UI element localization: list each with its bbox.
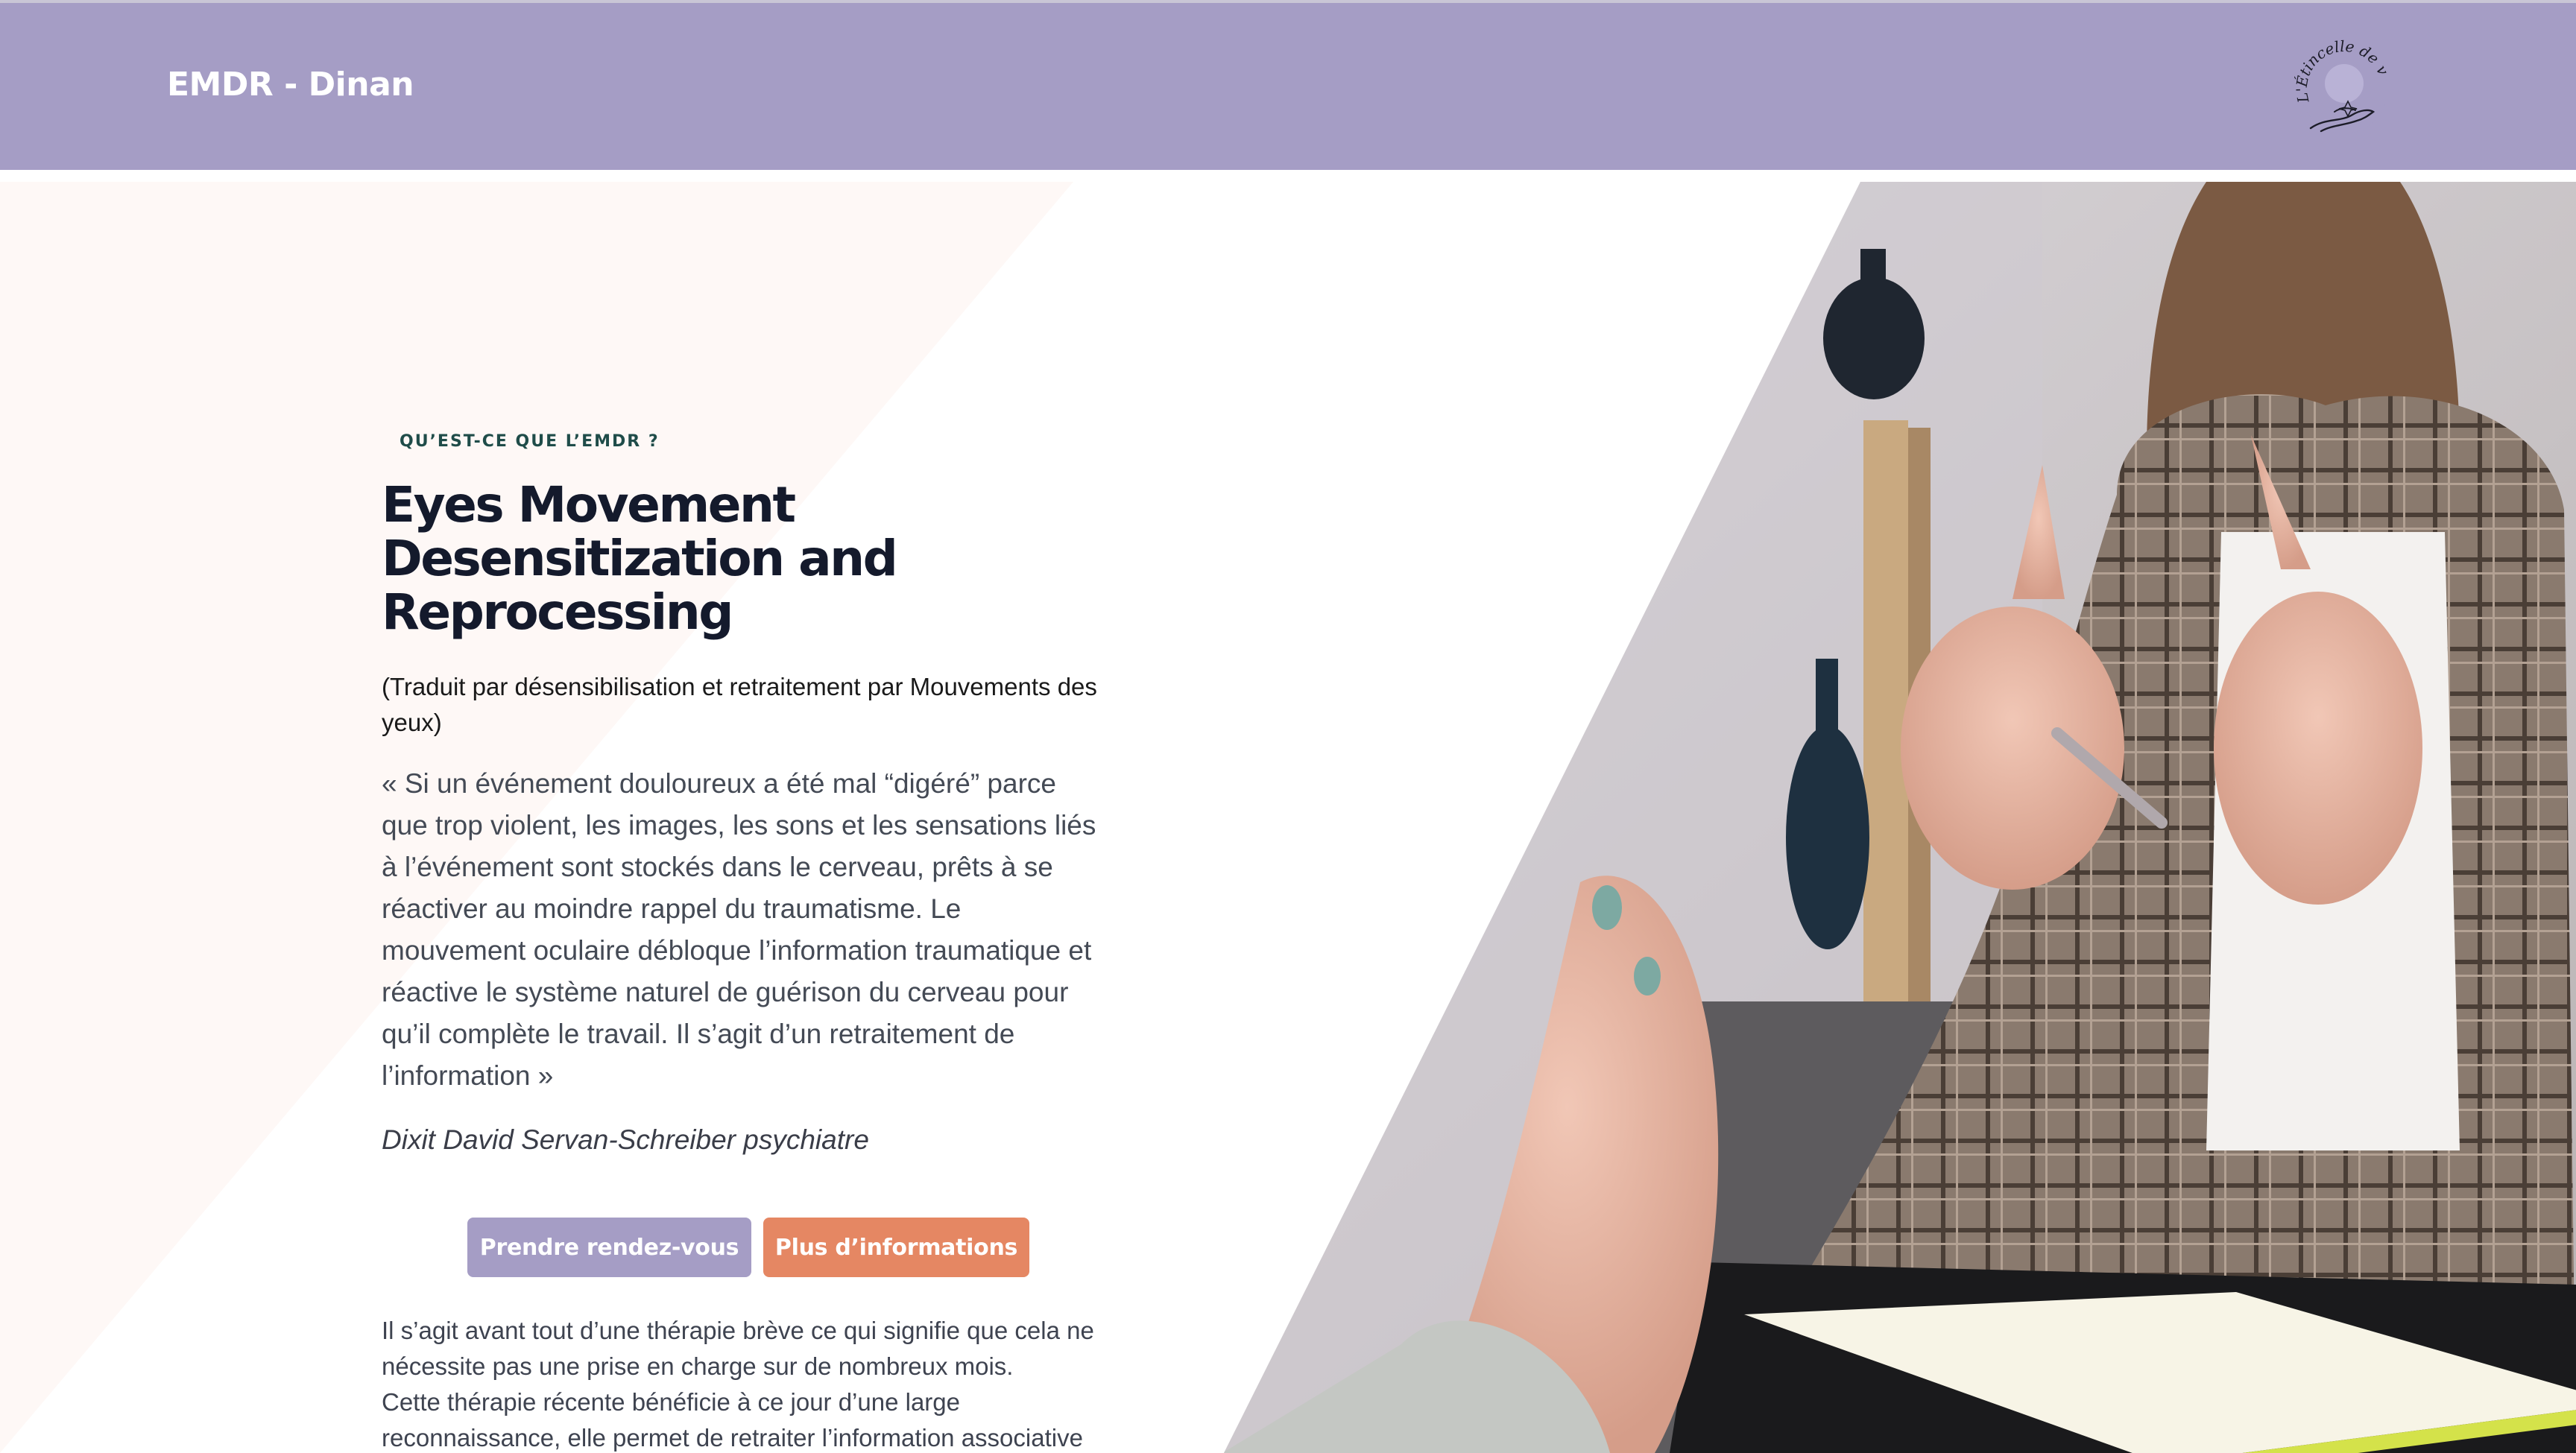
intro-paragraph: Il s’agit avant tout d’une thérapie brèv…	[382, 1313, 1097, 1453]
more-info-button[interactable]: Plus d’informations	[763, 1218, 1029, 1277]
title-translation: (Traduit par désensibilisation et retrai…	[382, 673, 1097, 736]
quote-text: « Si un événement douloureux a été mal “…	[382, 768, 1096, 1091]
intro-line-2: Cette thérapie récente bénéficie à ce jo…	[382, 1388, 1083, 1452]
hero-section: QU’EST-CE QUE L’EMDR ? Eyes Movement Des…	[0, 182, 2576, 1453]
section-eyebrow: QU’EST-CE QUE L’EMDR ?	[400, 432, 660, 451]
brand-link[interactable]: EMDR - Dinan	[167, 66, 414, 104]
page-title: Eyes Movement Desensitization and Reproc…	[382, 476, 898, 641]
intro-line-1: Il s’agit avant tout d’une thérapie brèv…	[382, 1317, 1094, 1380]
navbar: EMDR - Dinan L'Étincelle de vie	[0, 3, 2576, 170]
etincelle-logo[interactable]: L'Étincelle de vie	[2291, 37, 2397, 143]
book-appointment-button[interactable]: Prendre rendez-vous	[467, 1218, 751, 1277]
quote-author: Dixit David Servan-Schreiber psychiatre	[382, 1124, 869, 1155]
